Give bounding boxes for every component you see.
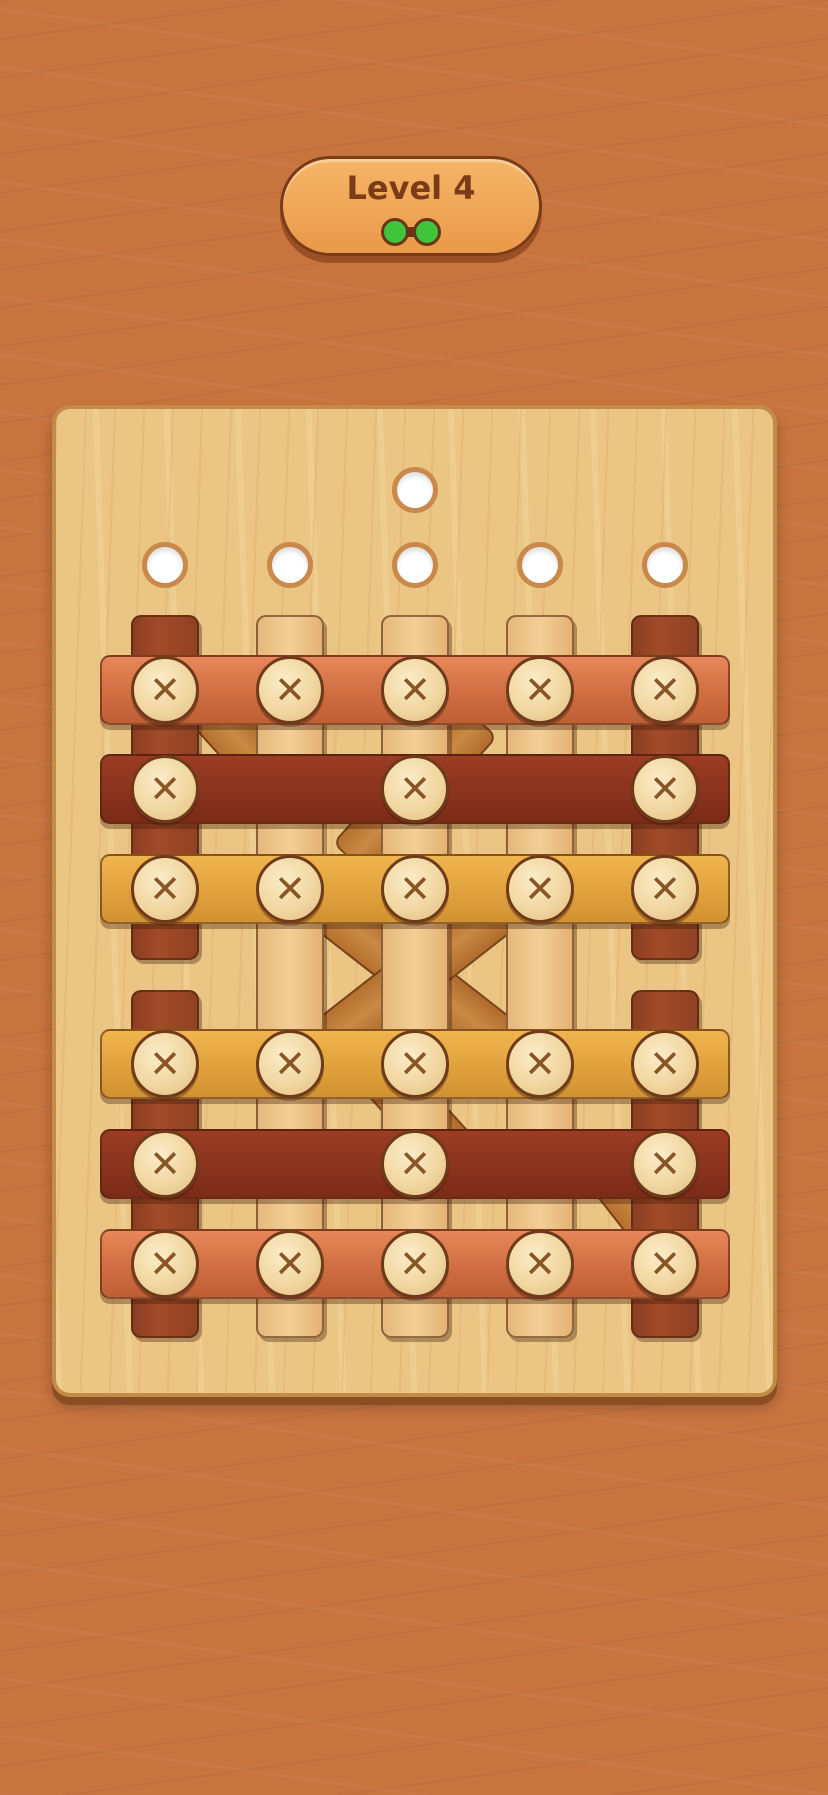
screw[interactable]: ✕ [631,1030,699,1098]
screw[interactable]: ✕ [381,1230,449,1298]
screw[interactable]: ✕ [381,755,449,823]
screw[interactable]: ✕ [131,1030,199,1098]
screw[interactable]: ✕ [256,1030,324,1098]
empty-hole[interactable] [142,542,188,588]
screw[interactable]: ✕ [631,1230,699,1298]
level-title: Level 4 [346,169,476,207]
screw[interactable]: ✕ [256,656,324,724]
level-progress [283,217,539,247]
screw[interactable]: ✕ [506,1230,574,1298]
board-pieces: ✕ ✕ ✕ ✕ ✕ ✕ ✕ ✕ ✕ ✕ ✕ ✕ ✕ ✕ ✕ ✕ ✕ ✕ ✕ ✕ ✕ ✕ ✕ ✕ ✕ ✕ [0,0,828,1795]
screw[interactable]: ✕ [506,656,574,724]
screw[interactable]: ✕ [381,1030,449,1098]
level-badge: Level 4 [280,156,542,256]
screw[interactable]: ✕ [131,855,199,923]
screw[interactable]: ✕ [381,1130,449,1198]
screw[interactable]: ✕ [506,1030,574,1098]
progress-dot [381,218,409,246]
screw[interactable]: ✕ [256,855,324,923]
empty-hole[interactable] [392,542,438,588]
screw[interactable]: ✕ [256,1230,324,1298]
screw[interactable]: ✕ [631,656,699,724]
screw[interactable]: ✕ [131,1130,199,1198]
screw[interactable]: ✕ [131,656,199,724]
empty-hole[interactable] [392,467,438,513]
screw[interactable]: ✕ [131,755,199,823]
screw[interactable]: ✕ [381,855,449,923]
empty-hole[interactable] [642,542,688,588]
screw[interactable]: ✕ [631,855,699,923]
empty-hole[interactable] [267,542,313,588]
progress-dot [413,218,441,246]
screw[interactable]: ✕ [631,1130,699,1198]
screw[interactable]: ✕ [506,855,574,923]
screw[interactable]: ✕ [131,1230,199,1298]
empty-hole[interactable] [517,542,563,588]
screw[interactable]: ✕ [631,755,699,823]
screw[interactable]: ✕ [381,656,449,724]
